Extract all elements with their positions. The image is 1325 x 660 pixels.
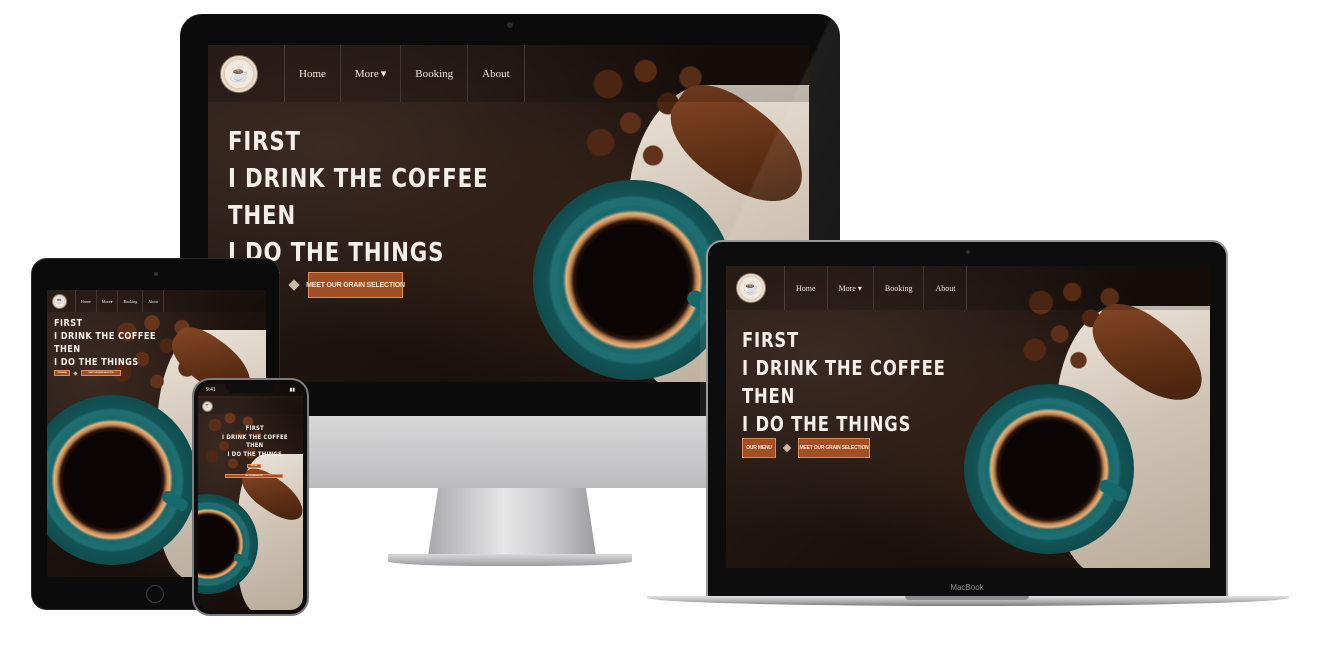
macbook-notch — [905, 596, 1029, 600]
battery-icon: ▮▮ — [289, 387, 295, 393]
headline-line-4: I DO THE THINGS — [227, 449, 283, 458]
nav-booking-link[interactable]: Booking — [874, 266, 925, 310]
nav-home-link[interactable]: Home — [785, 266, 828, 310]
hero-buttons: OUR MENU MEET OUR GRAIN SELECTION — [54, 370, 121, 376]
headline-line-2: I DRINK THE COFFEE — [228, 164, 489, 194]
nav-more-link[interactable]: More ▾ — [341, 45, 402, 102]
nav-more-label: More — [354, 67, 379, 80]
our-menu-button[interactable]: OUR MENU — [54, 370, 70, 376]
nav-more-link[interactable]: More ▾ — [97, 290, 119, 312]
hero-headline: FIRST I DRINK THE COFFEE THEN I DO THE T… — [54, 317, 156, 369]
site-navbar: ☕ Home More ▾ Booking About — [726, 266, 1210, 310]
nav-menu: Home More ▾ Booking About — [784, 266, 968, 310]
headline-line-1: FIRST — [228, 127, 301, 157]
nav-home-link[interactable]: Home — [76, 290, 97, 312]
coffee-cup-image — [984, 404, 1114, 534]
hero-buttons: OUR MENU MEET OUR GRAIN SELECTION — [224, 464, 284, 478]
nav-home-link[interactable]: Home — [285, 45, 341, 102]
our-menu-button[interactable]: OUR MENU — [742, 438, 776, 458]
coffee-cup-image — [47, 415, 177, 545]
nav-booking-link[interactable]: Booking — [401, 45, 469, 102]
headline-line-2: I DRINK THE COFFEE — [742, 356, 946, 380]
diamond-separator-icon — [288, 279, 300, 291]
headline-line-4: I DO THE THINGS — [54, 357, 139, 368]
nav-menu: Home More ▾ Booking About — [75, 290, 165, 312]
ipad-camera — [154, 272, 158, 276]
nav-about-link[interactable]: About — [143, 290, 163, 312]
coffee-logo-icon[interactable]: ☕ — [202, 400, 213, 412]
headline-line-3: THEN — [742, 384, 796, 408]
coffee-logo-icon[interactable]: ☕ — [220, 54, 258, 93]
our-menu-button[interactable]: OUR MENU — [247, 464, 261, 468]
headline-line-1: FIRST — [245, 424, 265, 432]
headline-line-2: I DRINK THE COFFEE — [222, 432, 288, 441]
headline-line-3: THEN — [228, 201, 297, 231]
chevron-down-icon: ▾ — [380, 68, 387, 80]
nav-about-link[interactable]: About — [468, 45, 524, 102]
macbook-camera — [966, 250, 970, 254]
coffee-logo-icon[interactable]: ☕ — [736, 273, 766, 303]
status-time: 9:41 — [206, 387, 216, 393]
coffee-logo-icon[interactable]: ☕ — [52, 293, 67, 309]
macbook-screen: ☕ Home More ▾ Booking About FIRST I DRIN… — [726, 266, 1210, 568]
grain-selection-button[interactable]: MEET OUR GRAIN SELECTION — [81, 370, 121, 376]
nav-booking-link[interactable]: Booking — [118, 290, 144, 312]
headline-line-3: THEN — [246, 441, 264, 449]
imac-stand — [428, 488, 596, 556]
grain-selection-button[interactable]: MEET OUR GRAIN SELECTION — [306, 272, 405, 298]
headline-line-3: THEN — [54, 344, 81, 355]
nav-more-label: More — [838, 283, 856, 293]
macbook-base — [647, 596, 1289, 606]
ipad-home-button — [146, 585, 164, 603]
nav-more-link[interactable]: More ▾ — [828, 266, 874, 310]
nav-menu: Home More ▾ Booking About — [284, 45, 525, 102]
iphone-device: 9:41 ▮▮ ☕ FIRST I DRINK THE COFFEE THEN … — [192, 378, 309, 616]
chevron-down-icon: ▾ — [110, 298, 113, 304]
diamond-separator-icon — [73, 370, 78, 376]
headline-line-1: FIRST — [54, 318, 83, 329]
headline-line-1: FIRST — [742, 328, 800, 352]
headline-line-2: I DRINK THE COFFEE — [54, 331, 156, 342]
imac-stand-base — [388, 554, 632, 566]
macbook-label: MacBook — [950, 583, 984, 592]
hero-headline: FIRST I DRINK THE COFFEE THEN I DO THE T… — [222, 424, 288, 458]
diamond-separator-icon — [782, 443, 792, 453]
macbook-device: ☕ Home More ▾ Booking About FIRST I DRIN… — [706, 240, 1228, 598]
grain-selection-button[interactable]: MEET OUR GRAIN SELECTION — [798, 438, 870, 458]
grain-selection-button[interactable]: MEET OUR GRAIN SELECTION — [225, 474, 283, 478]
coffee-cup-image — [558, 205, 708, 355]
nav-more-label: More — [101, 298, 111, 304]
site-navbar: ☕ Home More ▾ Booking About — [47, 290, 266, 312]
iphone-screen: 9:41 ▮▮ ☕ FIRST I DRINK THE COFFEE THEN … — [198, 384, 303, 610]
hero-headline: FIRST I DRINK THE COFFEE THEN I DO THE T… — [742, 326, 946, 438]
chevron-down-icon: ▾ — [857, 283, 862, 293]
hero-buttons: OUR MENU MEET OUR GRAIN SELECTION — [742, 438, 870, 458]
site-navbar: ☕ — [198, 398, 303, 414]
hero-headline: FIRST I DRINK THE COFFEE THEN I DO THE T… — [228, 124, 488, 272]
iphone-notch — [226, 384, 274, 393]
nav-about-link[interactable]: About — [924, 266, 966, 310]
imac-camera — [507, 22, 513, 28]
headline-line-4: I DO THE THINGS — [742, 412, 912, 436]
